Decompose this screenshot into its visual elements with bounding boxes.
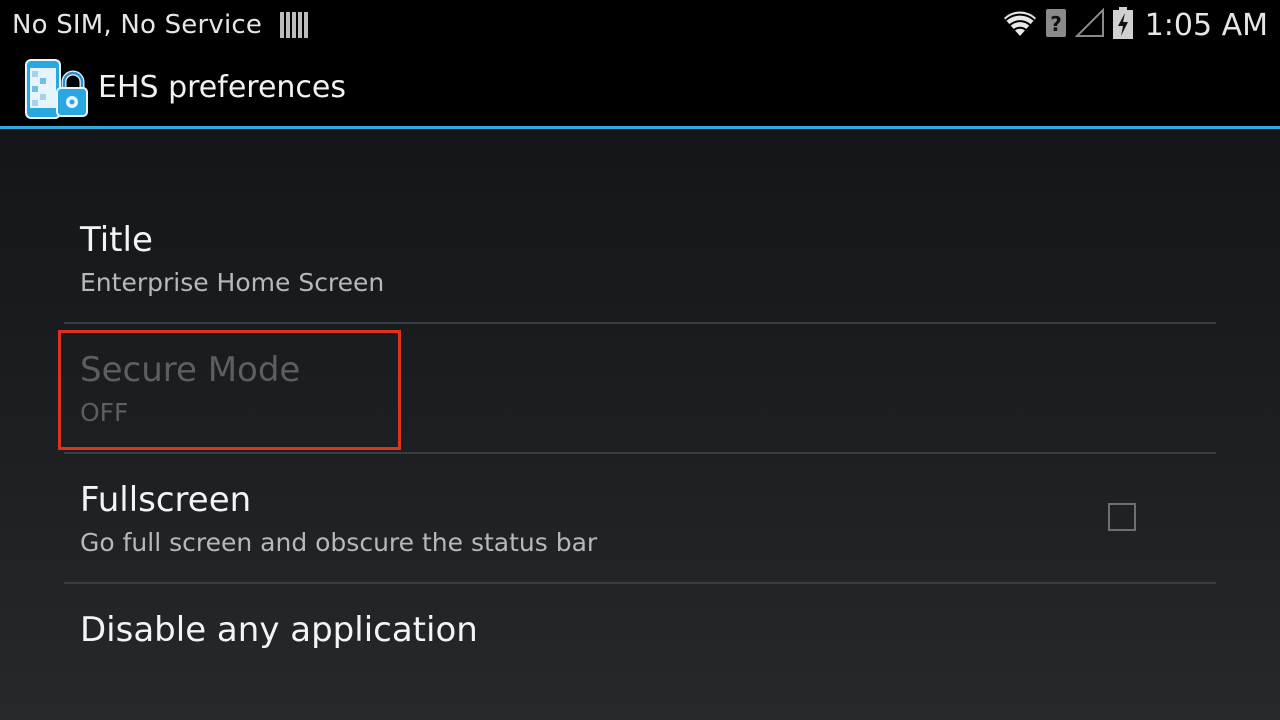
carrier-text: No SIM, No Service [12,10,263,40]
screen: No SIM, No Service ? 1:05 AM EHS prefere… [0,0,1280,720]
cell-signal-empty-icon [1074,7,1105,42]
status-left: No SIM, No Service [12,0,309,50]
preference-disable-any-application-label: Disable any application [80,610,478,650]
svg-text:?: ? [1050,12,1062,36]
divider [64,452,1216,454]
clock: 1:05 AM [1144,7,1268,43]
ehs-lock-icon[interactable] [24,58,88,120]
preference-disable-any-application[interactable]: Disable any application [64,586,1216,696]
action-bar-accent-line [0,126,1280,129]
preference-title[interactable]: Title Enterprise Home Screen [64,196,1216,324]
preference-title-label: Title [80,220,153,260]
wifi-icon [1003,8,1037,42]
divider [64,582,1216,584]
fullscreen-checkbox[interactable] [1108,503,1136,531]
preference-fullscreen[interactable]: Fullscreen Go full screen and obscure th… [64,456,1216,582]
action-bar: EHS preferences [0,50,1280,126]
page-title: EHS preferences [98,70,347,105]
sim-card-icon [280,12,309,38]
highlight-box [58,330,401,450]
status-bar: No SIM, No Service ? 1:05 AM [0,0,1280,50]
preference-fullscreen-summary: Go full screen and obscure the status ba… [80,528,598,557]
status-right: ? 1:05 AM [1003,0,1268,50]
preference-title-summary: Enterprise Home Screen [80,268,385,297]
battery-charging-icon [1112,7,1133,43]
no-sim-question-icon: ? [1045,8,1067,42]
divider [64,322,1216,324]
preference-fullscreen-label: Fullscreen [80,480,252,520]
